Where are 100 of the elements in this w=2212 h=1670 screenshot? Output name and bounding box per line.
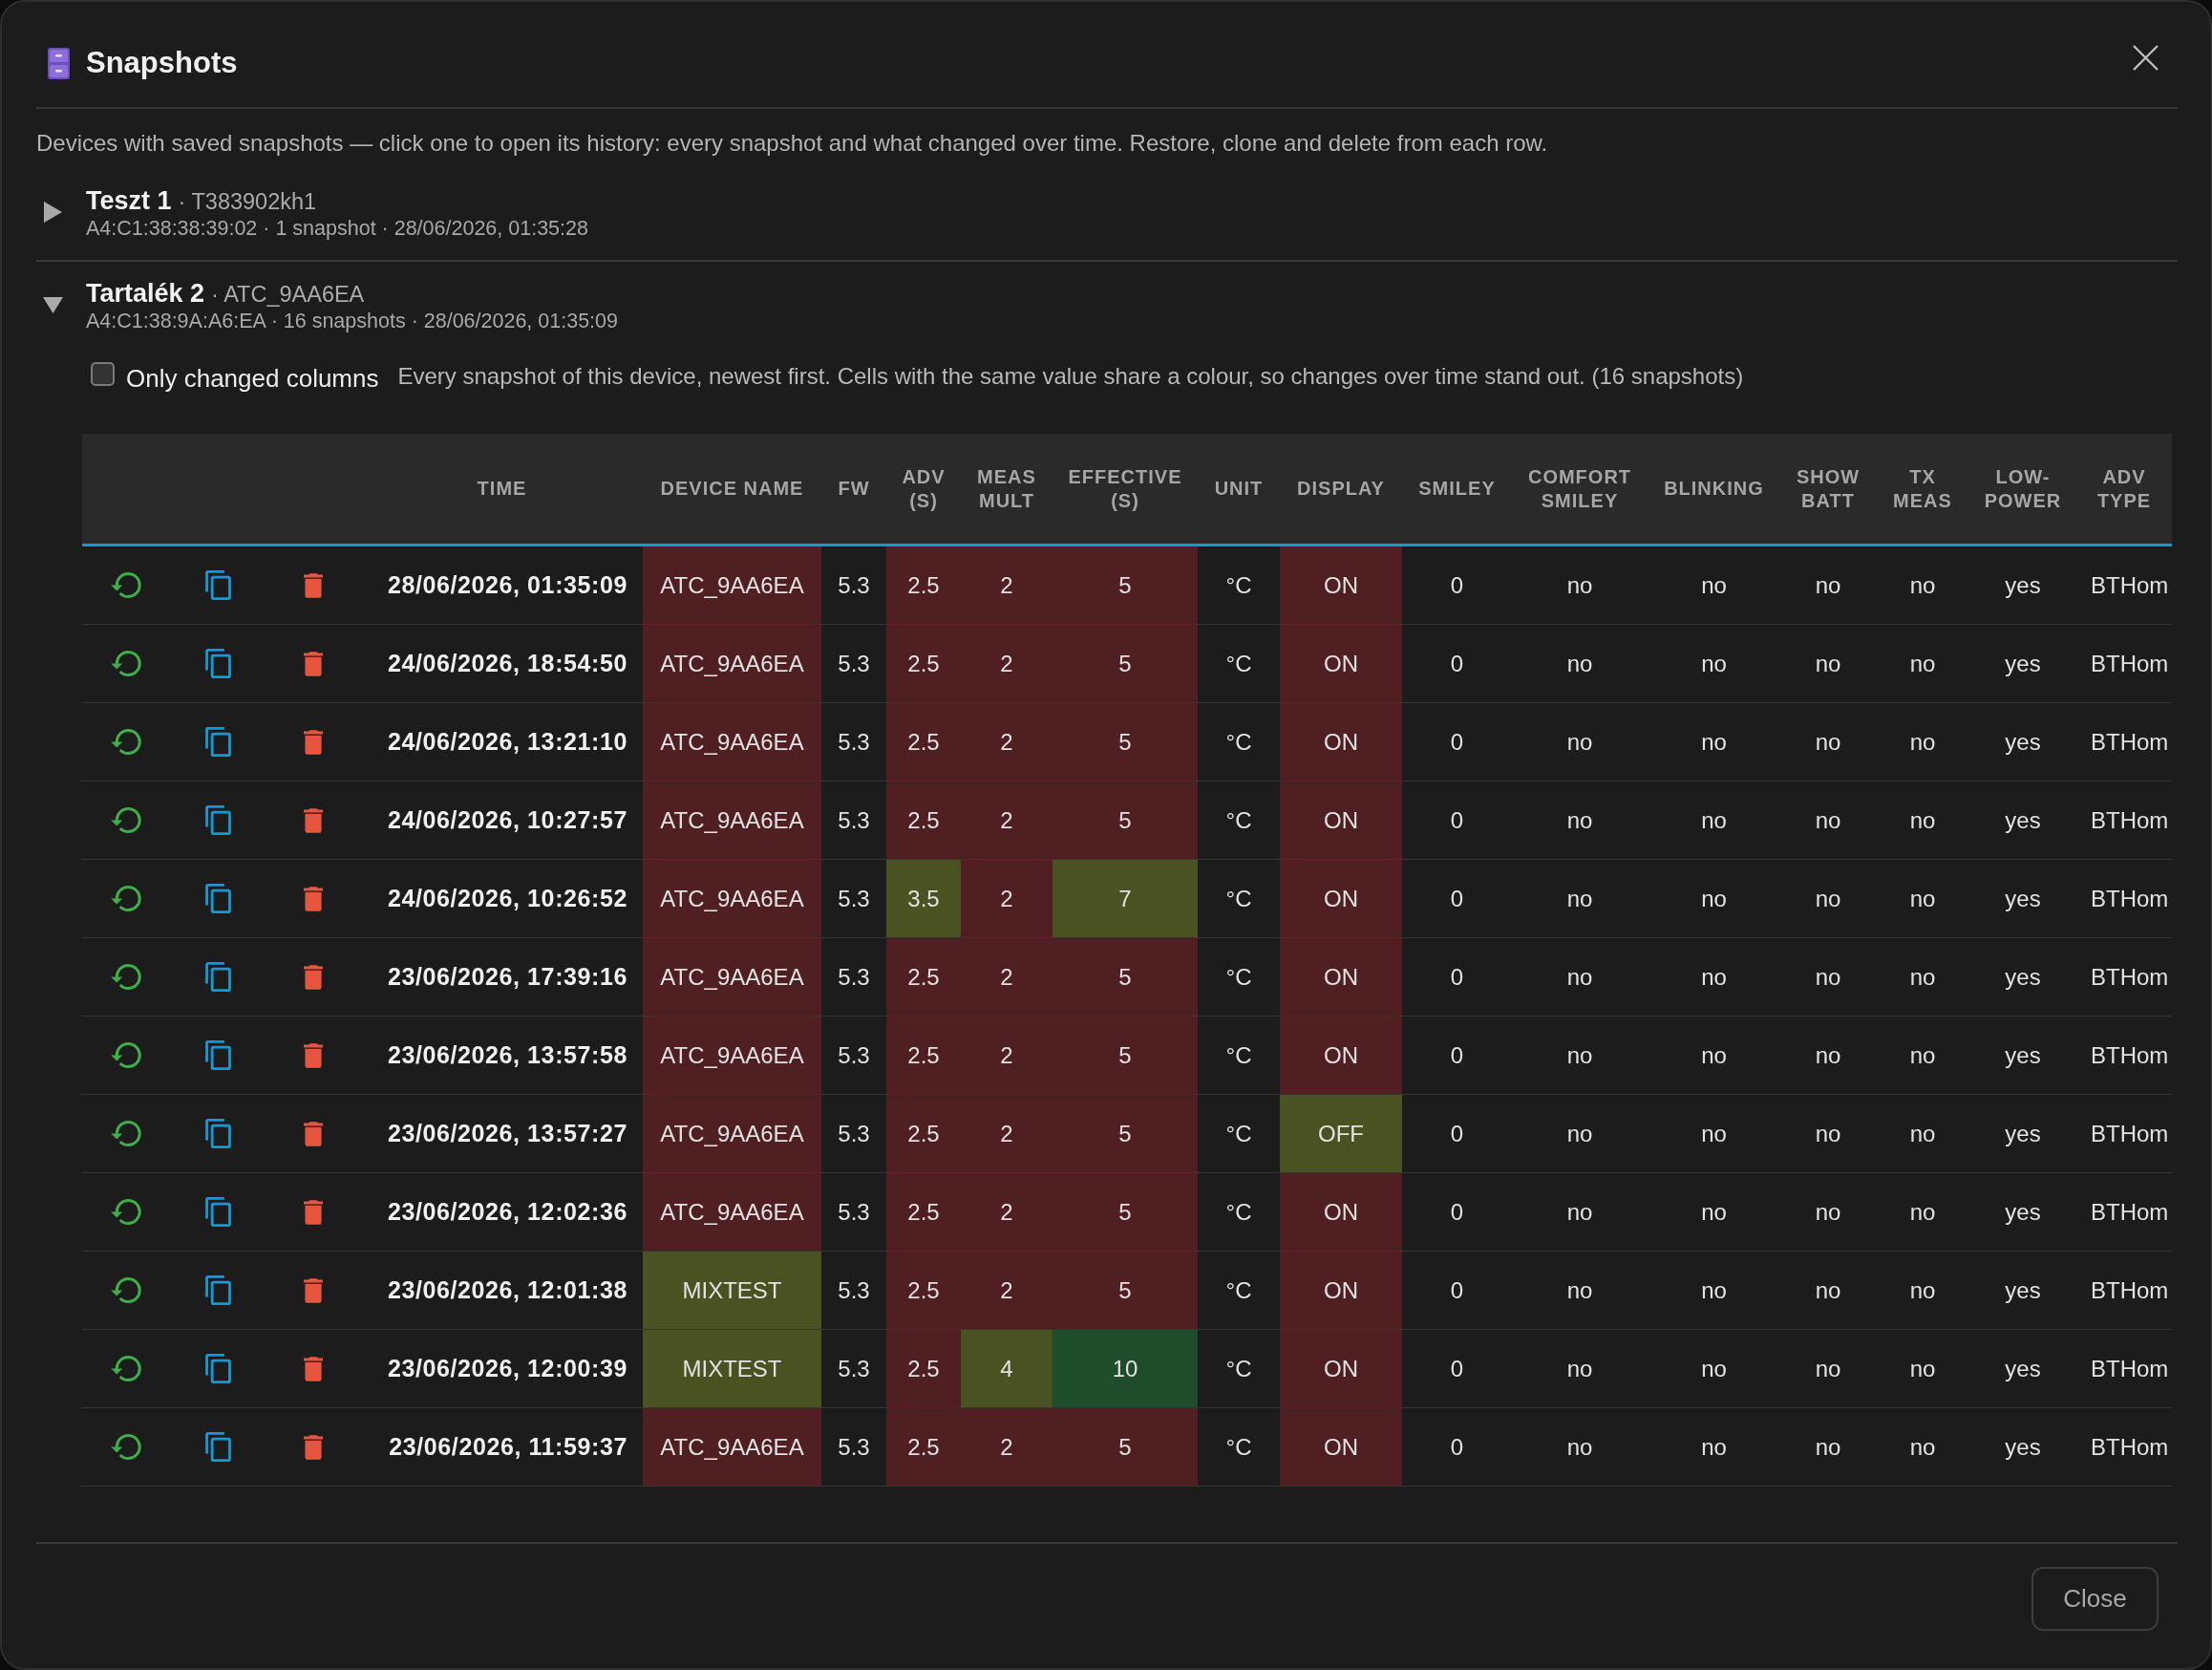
delete-button[interactable] xyxy=(304,964,323,990)
dialog-close-button[interactable] xyxy=(2133,44,2159,71)
device-name[interactable]: Teszt 1 xyxy=(86,186,172,215)
table-cell-text: °C xyxy=(1224,884,1253,913)
table-cell: ON xyxy=(1280,703,1402,781)
copy-button[interactable] xyxy=(204,884,231,913)
delete-button[interactable] xyxy=(304,1042,323,1068)
table-cell: 2.5 xyxy=(886,938,961,1016)
restore-button[interactable] xyxy=(111,1042,141,1068)
table-cell: 2 xyxy=(961,1095,1053,1172)
table-cell-text: 5.3 xyxy=(837,1432,871,1462)
table-cell-text: no xyxy=(1908,1040,1937,1070)
delete-button[interactable] xyxy=(304,1356,323,1381)
table-cell: 2.5 xyxy=(886,1330,961,1407)
table-cell-text: no xyxy=(1814,649,1842,678)
table-cell-text: no xyxy=(1700,570,1728,600)
table-cell-text: yes xyxy=(2004,884,2042,913)
restore-button[interactable] xyxy=(111,1277,141,1303)
trash-icon xyxy=(304,1199,323,1225)
table-cell-text: BTHom xyxy=(2090,570,2170,600)
circular-arrow-icon xyxy=(111,572,141,598)
table-cell: 2 xyxy=(961,938,1053,1016)
copy-icon xyxy=(204,1040,231,1070)
delete-button[interactable] xyxy=(304,886,323,911)
table-cell-text: no xyxy=(1814,1197,1842,1227)
delete-button[interactable] xyxy=(304,1277,323,1303)
trash-icon xyxy=(304,1356,323,1381)
restore-button[interactable] xyxy=(111,729,141,755)
close-button[interactable]: Close xyxy=(2031,1567,2159,1631)
copy-button[interactable] xyxy=(204,1040,231,1070)
restore-button[interactable] xyxy=(111,1356,141,1381)
table-cell-text: 5.3 xyxy=(837,649,871,678)
filter-label[interactable]: Only changed columns xyxy=(126,363,379,394)
restore-button[interactable] xyxy=(111,964,141,990)
table-cell-text: no xyxy=(1700,1354,1728,1383)
copy-icon xyxy=(204,727,231,757)
table-cell: 2 xyxy=(961,625,1053,702)
time-cell-text: 23/06/2026, 17:39:16 xyxy=(386,962,628,992)
copy-icon xyxy=(204,1432,231,1462)
column-header: COMFORT SMILEY xyxy=(1526,464,1633,513)
delete-button[interactable] xyxy=(304,1199,323,1225)
table-cell-text: no xyxy=(1700,1432,1728,1462)
trash-icon xyxy=(304,886,323,911)
table-cell-text: yes xyxy=(2004,1354,2042,1383)
restore-button[interactable] xyxy=(111,1434,141,1460)
copy-button[interactable] xyxy=(204,649,231,678)
table-cell-text: no xyxy=(1565,1119,1594,1148)
delete-button[interactable] xyxy=(304,807,323,833)
delete-button[interactable] xyxy=(304,651,323,676)
restore-button[interactable] xyxy=(111,651,141,676)
restore-button[interactable] xyxy=(111,1121,141,1146)
delete-button[interactable] xyxy=(304,729,323,755)
table-cell-text: BTHom xyxy=(2090,962,2170,992)
restore-button[interactable] xyxy=(111,886,141,911)
table-cell: 2.5 xyxy=(886,781,961,859)
time-cell-text: 24/06/2026, 13:21:10 xyxy=(386,727,628,757)
table-cell: MIXTEST xyxy=(643,1330,821,1407)
table-cell-text: 0 xyxy=(1449,805,1465,835)
table-cell-text: no xyxy=(1814,805,1842,835)
copy-button[interactable] xyxy=(204,1197,231,1227)
table-cell-text: no xyxy=(1908,570,1937,600)
restore-button[interactable] xyxy=(111,572,141,598)
device-meta: A4:C1:38:9A:A6:EA · 16 snapshots · 28/06/2026, 01:35:09 xyxy=(86,309,618,333)
checkbox[interactable] xyxy=(91,361,115,386)
copy-button[interactable] xyxy=(204,1354,231,1383)
table-cell-text: BTHom xyxy=(2090,1354,2170,1383)
copy-button[interactable] xyxy=(204,727,231,757)
table-cell-text: °C xyxy=(1224,727,1253,757)
copy-button[interactable] xyxy=(204,1432,231,1462)
circular-arrow-icon xyxy=(111,729,141,755)
restore-button[interactable] xyxy=(111,807,141,833)
copy-button[interactable] xyxy=(204,1119,231,1148)
table-cell: ATC_9AA6EA xyxy=(643,1017,821,1094)
table-cell: ATC_9AA6EA xyxy=(643,625,821,702)
table-cell-text: BTHom xyxy=(2090,727,2170,757)
table-cell-text: °C xyxy=(1224,1119,1253,1148)
table-cell-text: 5.3 xyxy=(837,1354,871,1383)
trash-icon xyxy=(304,1042,323,1068)
table-cell: 5 xyxy=(1053,625,1198,702)
copy-button[interactable] xyxy=(204,1275,231,1305)
table-cell-text: no xyxy=(1814,1354,1842,1383)
copy-button[interactable] xyxy=(204,570,231,600)
column-header: EFFECTIVE (S) xyxy=(1067,464,1183,513)
table-cell-text: no xyxy=(1565,805,1594,835)
delete-button[interactable] xyxy=(304,1434,323,1460)
table-cell: ATC_9AA6EA xyxy=(643,860,821,937)
table-cell: ATC_9AA6EA xyxy=(643,781,821,859)
delete-button[interactable] xyxy=(304,1121,323,1146)
delete-button[interactable] xyxy=(304,572,323,598)
caret-right-icon[interactable] xyxy=(43,201,63,223)
restore-button[interactable] xyxy=(111,1199,141,1225)
copy-button[interactable] xyxy=(204,805,231,835)
copy-button[interactable] xyxy=(204,962,231,992)
table-cell: 2.5 xyxy=(886,546,961,624)
table-cell-text: no xyxy=(1565,884,1594,913)
column-header: ADV TYPE xyxy=(2095,464,2153,513)
table-cell-text: yes xyxy=(2004,727,2042,757)
table-cell-text: no xyxy=(1814,1432,1842,1462)
device-name[interactable]: Tartalék 2 xyxy=(86,279,205,308)
table-cell-text: 5.3 xyxy=(837,1119,871,1148)
